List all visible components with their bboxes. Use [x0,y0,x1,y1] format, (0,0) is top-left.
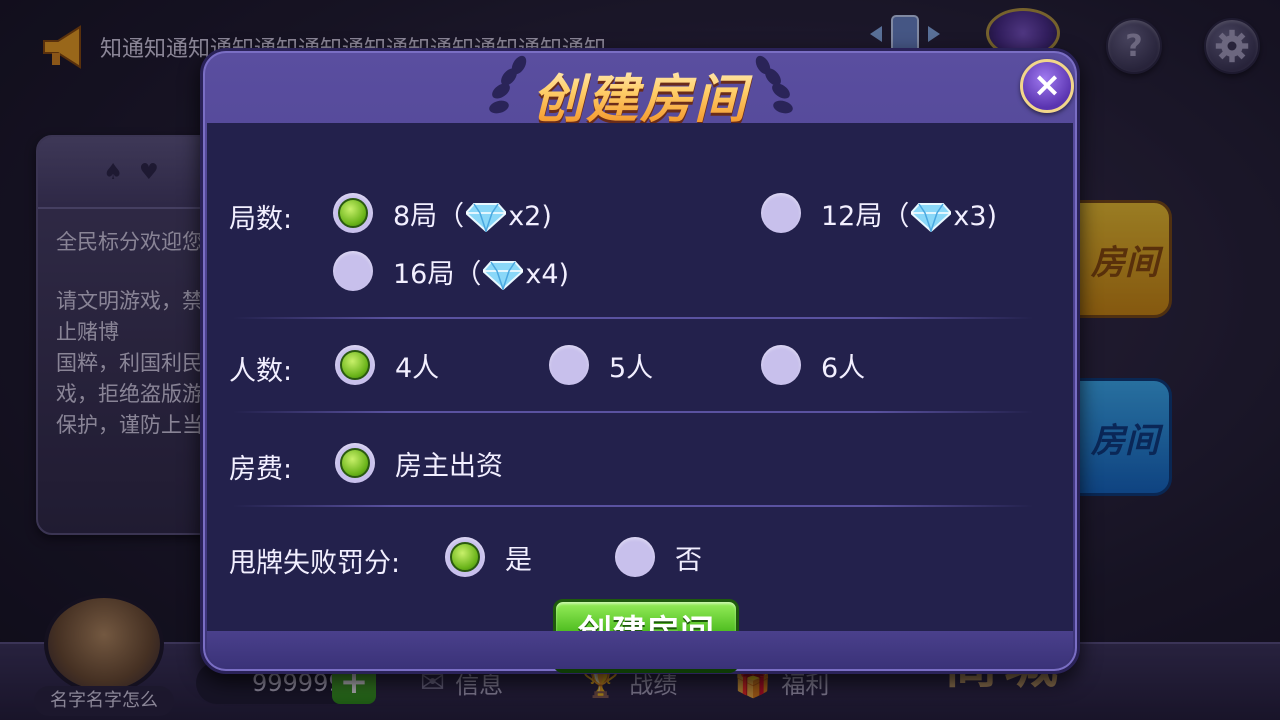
dialog-header: 创建房间 × [203,51,1077,130]
close-button[interactable]: × [1020,59,1074,113]
players-option-5[interactable]: 5人 [549,345,653,385]
rounds-option-16[interactable]: 16局（ x4) [333,251,569,291]
penalty-option-no[interactable]: 否 [615,537,702,577]
option-label: 6人 [821,352,866,384]
option-cost: x2) [508,200,552,232]
option-label: 16局（ [393,258,482,290]
players-option-6[interactable]: 6人 [761,345,865,385]
penalty-label: 甩牌失败罚分: [229,548,401,579]
option-label: 5人 [609,352,654,384]
option-label: 否 [675,544,702,576]
dialog-title: 创建房间 [203,57,1077,132]
players-label: 人数: [229,356,293,387]
radio-button[interactable] [615,537,655,577]
radio-button[interactable] [333,251,373,291]
radio-button[interactable] [549,345,589,385]
dialog-body: 局数: 8局（ x2) 12局（ x3) 16局（ x4) 人数: 4人 5人 … [207,123,1073,669]
close-icon: × [1032,65,1062,105]
fee-option-owner[interactable]: 房主出资 [335,443,503,483]
diamond-icon [483,261,524,290]
option-cost: x4) [525,258,570,290]
divider [233,505,1033,507]
diamond-icon [466,203,507,232]
dialog-footer [207,631,1073,669]
option-label: 12局（ [821,200,910,232]
radio-button[interactable] [335,345,375,385]
radio-button[interactable] [335,443,375,483]
rounds-option-12[interactable]: 12局（ x3) [761,193,997,233]
option-label: 房主出资 [395,450,503,482]
option-cost: x3) [953,200,998,232]
penalty-option-yes[interactable]: 是 [445,537,532,577]
radio-button[interactable] [445,537,485,577]
rounds-option-8[interactable]: 8局（ x2) [333,193,552,233]
radio-button[interactable] [761,345,801,385]
players-option-4[interactable]: 4人 [335,345,439,385]
fee-label: 房费: [229,454,293,485]
diamond-icon [911,203,952,232]
option-label: 8局（ [393,200,465,232]
option-label: 4人 [395,352,440,384]
radio-button[interactable] [761,193,801,233]
divider [233,317,1033,319]
option-label: 是 [505,544,532,576]
create-room-dialog: 创建房间 × 局数: 8局（ x2) 12局（ x3) 16局（ x4) 人数:… [200,48,1080,674]
divider [233,411,1033,413]
rounds-label: 局数: [229,204,293,235]
radio-button[interactable] [333,193,373,233]
